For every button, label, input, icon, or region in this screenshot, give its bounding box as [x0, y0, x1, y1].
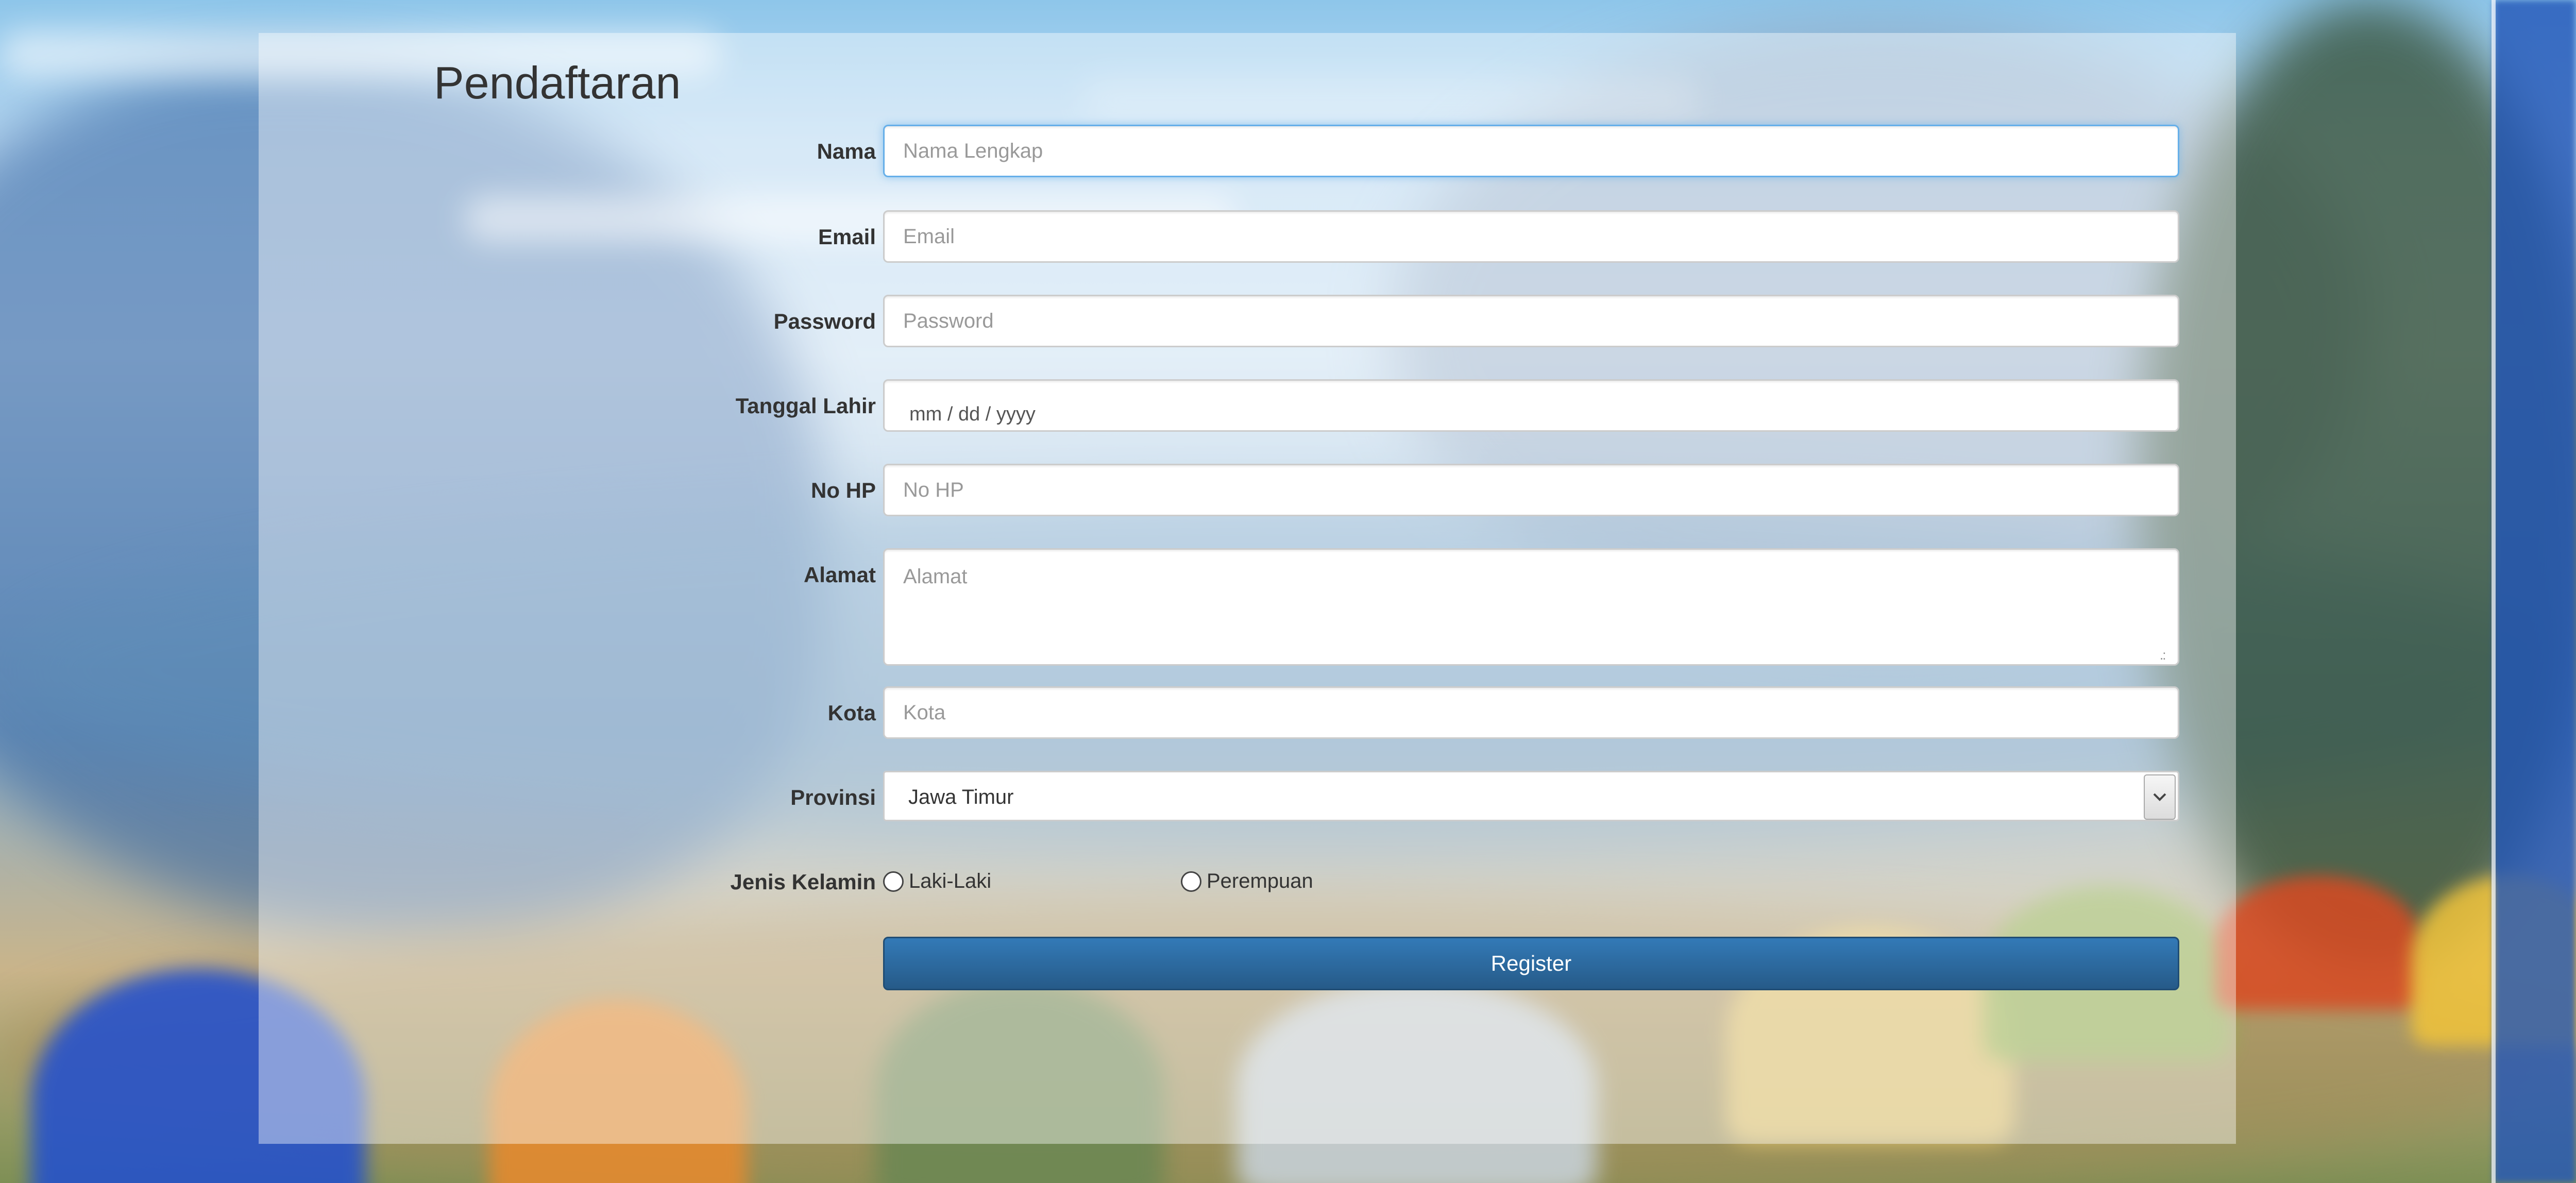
alamat-label: Alamat: [803, 563, 876, 587]
jenis-kelamin-label: Jenis Kelamin: [730, 870, 876, 894]
kota-label: Kota: [827, 701, 876, 725]
date-placeholder: mm / dd / yyyy: [909, 403, 1036, 425]
page-title: Pendaftaran: [434, 57, 681, 108]
radio-perempuan-label[interactable]: Perempuan: [1207, 870, 1313, 893]
password-label: Password: [773, 309, 876, 333]
no-hp-label: No HP: [811, 478, 876, 502]
radio-laki-laki-label[interactable]: Laki-Laki: [909, 870, 991, 893]
email-label: Email: [818, 225, 876, 249]
radio-laki-laki[interactable]: [883, 871, 904, 892]
no-hp-input[interactable]: [883, 464, 2179, 516]
register-button[interactable]: Register: [883, 937, 2179, 990]
kota-input[interactable]: [883, 686, 2179, 739]
email-input[interactable]: [883, 210, 2179, 263]
radio-perempuan[interactable]: [1181, 871, 1201, 892]
provinsi-select[interactable]: Jawa Timur: [883, 771, 2179, 821]
tanggal-lahir-input[interactable]: mm / dd / yyyy: [883, 379, 2179, 432]
password-input[interactable]: [883, 295, 2179, 347]
provinsi-selected-value: Jawa Timur: [908, 786, 1014, 808]
tanggal-lahir-label: Tanggal Lahir: [735, 394, 876, 418]
gender-option-perempuan[interactable]: Perempuan: [1181, 870, 1313, 893]
gender-option-laki[interactable]: Laki-Laki: [883, 870, 991, 893]
chevron-down-icon[interactable]: [2144, 774, 2176, 820]
registration-form: Pendaftaran Nama Email Password Tanggal …: [259, 33, 2236, 1144]
nama-label: Nama: [817, 139, 876, 163]
nama-input[interactable]: [883, 125, 2179, 177]
provinsi-label: Provinsi: [790, 785, 876, 809]
alamat-textarea[interactable]: [883, 548, 2179, 666]
